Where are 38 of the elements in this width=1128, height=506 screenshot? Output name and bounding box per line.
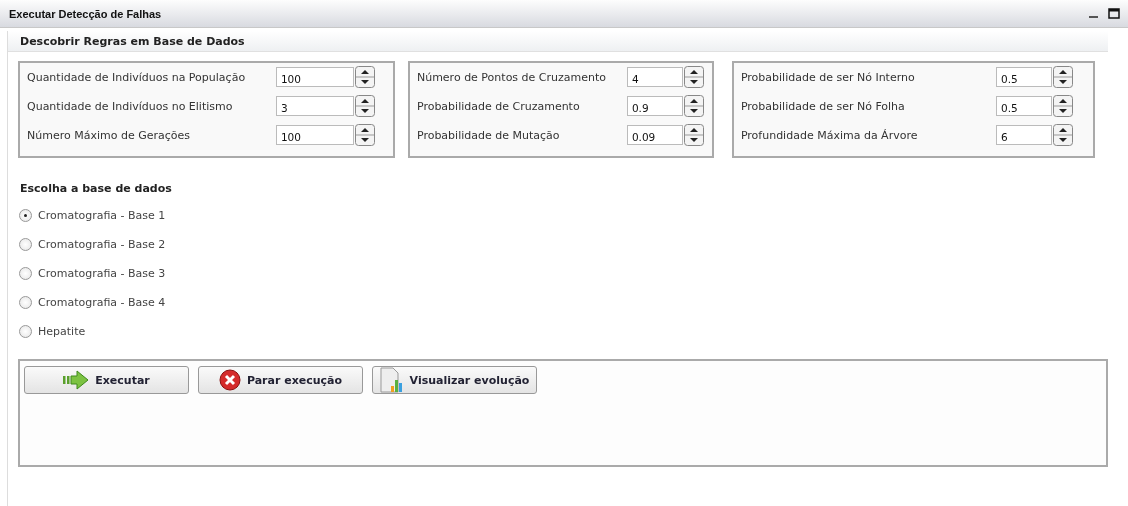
radio-option[interactable]: Cromatografia - Base 1 xyxy=(19,201,1108,230)
chart-document-icon xyxy=(379,367,404,393)
action-button[interactable]: Executar xyxy=(24,366,189,394)
radio-button[interactable] xyxy=(19,296,32,309)
radio-button[interactable] xyxy=(19,267,32,280)
spinner-arrows-icon[interactable] xyxy=(683,66,704,88)
field-label: Profundidade Máxima da Árvore xyxy=(740,128,918,142)
spinner-arrows-icon[interactable] xyxy=(354,124,375,146)
spinner-arrows-icon[interactable] xyxy=(683,95,704,117)
field-label: Quantidade de Indivíduos no Elitismo xyxy=(27,99,233,113)
field-label: Quantidade de Indivíduos na População xyxy=(27,70,246,84)
group-title: Escolha a base de dados xyxy=(20,182,173,195)
radio-option[interactable]: Cromatografia - Base 4 xyxy=(19,288,1108,317)
radio-button[interactable] xyxy=(19,325,32,338)
spinner-arrows-icon[interactable] xyxy=(354,66,375,88)
spinner-arrows-icon[interactable] xyxy=(1053,124,1073,146)
field-label: Número Máximo de Gerações xyxy=(27,128,190,142)
arrow-icon xyxy=(63,370,90,390)
maximize-icon[interactable] xyxy=(1108,7,1120,20)
spinner-arrows-icon[interactable] xyxy=(354,95,375,117)
spinner-arrows-icon[interactable] xyxy=(683,124,704,146)
field-label: Probabilidade de Cruzamento xyxy=(416,99,580,113)
radio-option[interactable]: Hepatite xyxy=(19,317,1108,346)
field-label: Número de Pontos de Cruzamento xyxy=(416,70,607,84)
section-title: Descobrir Regras em Base de Dados xyxy=(20,34,245,48)
window-title: Executar Detecção de Falhas xyxy=(9,7,162,20)
spinner-arrows-icon[interactable] xyxy=(1053,66,1073,88)
field-label: Probabilidade de ser Nó Folha xyxy=(740,99,905,113)
action-button[interactable]: Parar execução xyxy=(198,366,363,394)
radio-button[interactable] xyxy=(19,238,32,251)
action-button[interactable]: Visualizar evolução xyxy=(372,366,537,394)
radio-option[interactable]: Cromatografia - Base 2 xyxy=(19,230,1108,259)
field-label: Probabilidade de ser Nó Interno xyxy=(740,70,915,84)
radio-button[interactable] xyxy=(19,209,32,222)
radio-option[interactable]: Cromatografia - Base 3 xyxy=(19,259,1108,288)
field-label: Probabilidade de Mutação xyxy=(416,128,560,142)
spinner-arrows-icon[interactable] xyxy=(1053,95,1073,117)
close-icon xyxy=(218,369,241,391)
